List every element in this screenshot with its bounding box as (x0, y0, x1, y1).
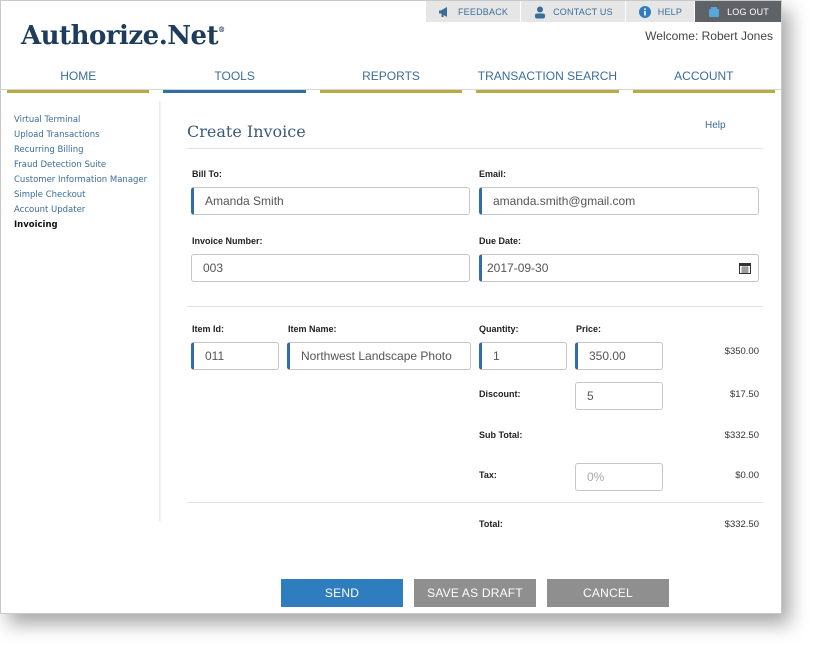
sidebar-item-account-updater[interactable]: Account Updater (14, 205, 154, 215)
logout-icon (709, 6, 720, 17)
subtotal-amount: $332.50 (724, 430, 759, 441)
utility-bar: FEEDBACK CONTACT US HELP LOG OUT (424, 1, 781, 22)
invoice-number-input[interactable]: 003 (191, 254, 470, 282)
sidebar-item-fraud-detection[interactable]: Fraud Detection Suite (14, 160, 154, 170)
nav-divider (1, 89, 781, 90)
totals-divider (187, 502, 763, 503)
tax-input[interactable]: 0% (575, 463, 663, 491)
contact-us-link[interactable]: CONTACT US (520, 1, 625, 22)
sidebar-item-simple-checkout[interactable]: Simple Checkout (14, 190, 154, 200)
quantity-label: Quantity: (479, 324, 519, 334)
sidebar-item-virtual-terminal[interactable]: Virtual Terminal (14, 115, 154, 125)
app-window: FEEDBACK CONTACT US HELP LOG OUT Authori… (0, 0, 782, 614)
invoice-number-label: Invoice Number: (192, 236, 263, 246)
tax-label: Tax: (479, 470, 497, 480)
tax-amount: $0.00 (735, 470, 759, 481)
section-divider (187, 306, 763, 307)
due-date-value: 2017-09-30 (487, 261, 549, 275)
title-divider (187, 148, 763, 149)
contact-person-icon (535, 6, 546, 18)
feedback-label: FEEDBACK (457, 6, 509, 17)
help-link[interactable]: Help (705, 120, 726, 131)
bill-to-label: Bill To: (192, 169, 222, 179)
line-total-amount: $350.00 (724, 346, 759, 357)
sidebar-item-recurring-billing[interactable]: Recurring Billing (14, 145, 154, 155)
due-date-label: Due Date: (479, 236, 522, 246)
due-date-input[interactable]: 2017-09-30 (479, 254, 759, 282)
logout-button[interactable]: LOG OUT (694, 1, 781, 22)
logout-label: LOG OUT (727, 6, 769, 17)
sidebar-item-invoicing[interactable]: Invoicing (14, 220, 154, 230)
welcome-text: Welcome: Robert Jones (645, 29, 773, 43)
subtotal-label: Sub Total: (479, 430, 523, 440)
item-name-label: Item Name: (288, 324, 337, 334)
email-input[interactable]: amanda.smith@gmail.com (479, 187, 759, 215)
quantity-input[interactable]: 1 (479, 342, 567, 370)
sidebar: Virtual Terminal Upload Transactions Rec… (14, 115, 154, 235)
send-button[interactable]: SEND (281, 579, 403, 607)
discount-input[interactable]: 5 (575, 382, 663, 410)
bill-to-input[interactable]: Amanda Smith (191, 187, 470, 215)
help-top-label: HELP (657, 6, 683, 17)
item-id-label: Item Id: (192, 324, 225, 334)
info-icon (638, 5, 651, 18)
page-title: Create Invoice (187, 122, 306, 141)
save-as-draft-button[interactable]: SAVE AS DRAFT (414, 579, 536, 607)
trademark-mark: ® (218, 25, 225, 34)
item-name-input[interactable]: Northwest Landscape Photo (287, 342, 471, 370)
sidebar-item-upload-transactions[interactable]: Upload Transactions (14, 130, 154, 140)
sidebar-divider (159, 101, 162, 521)
discount-amount: $17.50 (729, 389, 759, 400)
discount-label: Discount: (479, 389, 521, 399)
sidebar-item-customer-info-manager[interactable]: Customer Information Manager (14, 175, 154, 185)
total-label: Total: (479, 519, 503, 529)
authorize-net-logo[interactable]: Authorize.Net® (21, 21, 225, 51)
price-label: Price: (576, 324, 602, 334)
feedback-link[interactable]: FEEDBACK (424, 1, 521, 22)
calendar-icon[interactable] (739, 262, 751, 274)
item-id-input[interactable]: 011 (191, 342, 279, 370)
price-input[interactable]: 350.00 (575, 342, 663, 370)
email-label: Email: (479, 169, 507, 179)
logo-text: Authorize.Net (21, 21, 219, 51)
help-top-link[interactable]: HELP (624, 1, 695, 22)
megaphone-icon (438, 6, 447, 17)
cancel-button[interactable]: CANCEL (547, 579, 669, 607)
total-amount: $332.50 (724, 519, 759, 530)
contact-us-label: CONTACT US (553, 6, 613, 17)
